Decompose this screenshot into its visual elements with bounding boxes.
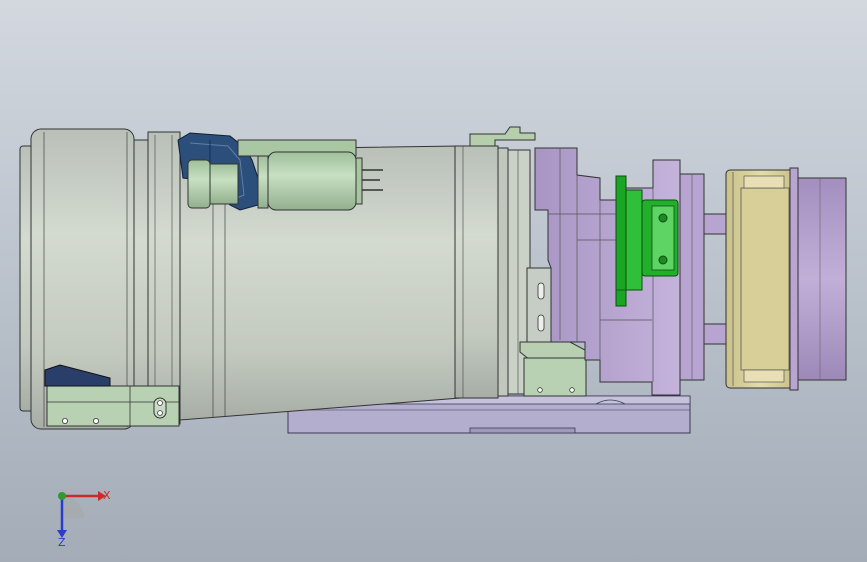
motor-flange[interactable] bbox=[725, 169, 797, 389]
cad-model-view[interactable] bbox=[0, 0, 867, 562]
triad-z-label: Z bbox=[58, 536, 66, 548]
top-clip[interactable] bbox=[469, 126, 536, 147]
graphics-viewport[interactable]: X Z bbox=[0, 0, 867, 562]
triad-x-label: X bbox=[103, 489, 111, 502]
triad-y-axis-dot bbox=[58, 492, 66, 500]
orientation-triad: X Z bbox=[57, 489, 111, 548]
limit-switch-center[interactable] bbox=[519, 341, 587, 397]
slotted-bracket[interactable] bbox=[526, 267, 552, 345]
triad-plane-shading bbox=[62, 496, 84, 518]
rear-motor[interactable] bbox=[789, 167, 847, 391]
